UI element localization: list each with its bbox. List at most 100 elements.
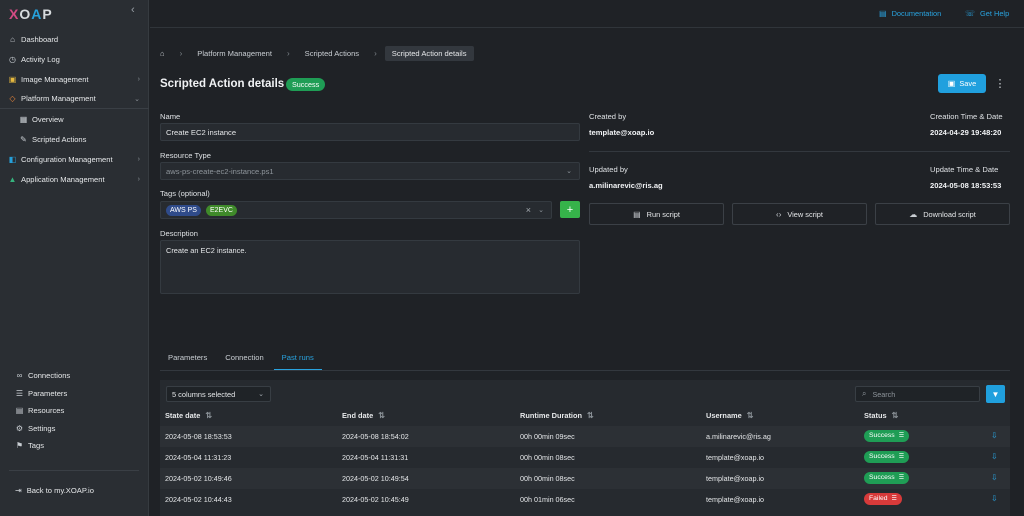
tag-chip[interactable]: E2EVC — [205, 204, 237, 216]
tab-connection[interactable]: Connection — [217, 348, 271, 370]
columns-select[interactable]: 5 columns selected ⌄ — [166, 386, 271, 402]
chevron-down-icon[interactable]: ⌄ — [538, 206, 544, 214]
sidebar-item-parameters[interactable]: ☰ Parameters — [0, 385, 149, 403]
get-help-link[interactable]: ☏ Get Help — [965, 9, 1009, 18]
search-input[interactable]: ⌕ Search — [855, 386, 980, 402]
sidebar-item-activity-log[interactable]: ◷ Activity Log — [0, 49, 149, 69]
sidebar-item-resources[interactable]: ▤ Resources — [0, 402, 149, 420]
breadcrumb-platform-management[interactable]: Platform Management — [190, 46, 279, 61]
sidebar-item-platform-management[interactable]: ◇ Platform Management ⌄ — [0, 89, 149, 109]
chevron-down-icon: ⌄ — [566, 168, 572, 175]
sidebar-item-image-management[interactable]: ▣ Image Management › — [0, 69, 149, 89]
cell-duration: 00h 00min 08sec — [520, 474, 575, 483]
exit-icon: ⇥ — [15, 485, 22, 495]
flag-icon: ☰ — [891, 496, 897, 502]
column-header-end-date[interactable]: End date ⇅ — [342, 411, 385, 420]
name-input[interactable]: Create EC2 instance — [160, 123, 580, 141]
save-icon: ▣ — [947, 79, 956, 88]
download-icon[interactable]: ⇩ — [991, 431, 998, 440]
name-value: Create EC2 instance — [166, 127, 237, 137]
sidebar-item-configuration-management[interactable]: ◧ Configuration Management › — [0, 149, 149, 169]
link-icon: ∞ — [16, 371, 23, 381]
breadcrumb-separator: › — [179, 49, 183, 58]
documentation-link[interactable]: ▤ Documentation — [879, 9, 941, 18]
download-icon[interactable]: ⇩ — [991, 473, 998, 482]
resource-type-select[interactable]: aws-ps-create-ec2-instance.ps1 ⌄ — [160, 162, 580, 180]
save-button[interactable]: ▣ Save — [938, 74, 986, 93]
resource-type-value: aws-ps-create-ec2-instance.ps1 — [166, 166, 274, 176]
collapse-sidebar-icon[interactable]: ‹ — [131, 4, 135, 16]
flag-icon: ☰ — [898, 475, 905, 481]
breadcrumb-separator: › — [374, 49, 377, 58]
column-header-status[interactable]: Status ⇅ — [864, 411, 898, 420]
tab-parameters[interactable]: Parameters — [160, 348, 215, 370]
platform-icon: ◇ — [9, 94, 16, 103]
table-row[interactable]: 2024-05-08 18:53:53 2024-05-08 18:54:02 … — [160, 426, 1010, 447]
cell-start-date: 2024-05-02 10:49:46 — [165, 474, 232, 483]
back-to-xoap-link[interactable]: ⇥ Back to my.XOAP.io — [0, 481, 94, 499]
column-header-label: Status — [864, 411, 887, 420]
sidebar-item-connections[interactable]: ∞ Connections — [0, 367, 149, 385]
tag-chip[interactable]: AWS PS — [166, 204, 201, 216]
cell-duration: 00h 01min 06sec — [520, 495, 575, 504]
breadcrumb-scripted-actions[interactable]: Scripted Actions — [298, 46, 366, 61]
sidebar-item-label: Platform Management — [21, 94, 96, 103]
download-script-button[interactable]: ☁ Download script — [875, 203, 1010, 225]
view-script-button[interactable]: ‹› View script — [732, 203, 867, 225]
gear-icon: ⚙ — [15, 423, 24, 433]
grid-icon: ▦ — [19, 114, 28, 124]
breadcrumb: ⌂ › Platform Management › Scripted Actio… — [160, 45, 482, 62]
sidebar-item-label: Settings — [28, 423, 56, 433]
download-icon[interactable]: ⇩ — [991, 452, 998, 461]
column-header-label: Username — [706, 411, 742, 420]
download-icon[interactable]: ⇩ — [991, 494, 998, 503]
column-header-username[interactable]: Username ⇅ — [706, 411, 753, 420]
xoap-logo[interactable]: XOAP — [9, 6, 53, 22]
document-icon: ▤ — [879, 9, 887, 18]
chevron-down-icon: ⌄ — [258, 391, 264, 398]
breadcrumb-home[interactable]: ⌂ — [160, 46, 172, 61]
chevron-right-icon: › — [137, 75, 140, 83]
sidebar: XOAP ‹ ⌂ Dashboard ◷ Activity Log ▣ Imag… — [0, 0, 149, 516]
status-badge: Success ☰ — [864, 451, 910, 463]
sidebar-item-application-management[interactable]: ▲ Application Management › — [0, 169, 149, 189]
sidebar-item-tags[interactable]: ⚑ Tags — [0, 437, 149, 455]
sidebar-item-label: Image Management — [21, 74, 89, 84]
description-textarea[interactable]: Create an EC2 instance. — [160, 240, 580, 294]
table-row[interactable]: 2024-05-04 11:31:23 2024-05-04 11:31:31 … — [160, 447, 1010, 468]
created-by-label: Created by — [589, 112, 627, 121]
sidebar-item-overview[interactable]: ▦ Overview — [0, 109, 149, 129]
column-header-runtime-duration[interactable]: Runtime Duration ⇅ — [520, 411, 594, 420]
sidebar-item-dashboard[interactable]: ⌂ Dashboard — [0, 29, 149, 49]
description-label: Description — [160, 229, 198, 238]
filter-icon: ▼ — [991, 389, 1000, 399]
sidebar-item-settings[interactable]: ⚙ Settings — [0, 420, 149, 438]
add-tag-button[interactable]: + — [560, 201, 580, 218]
app-icon: ▲ — [8, 174, 17, 184]
resource-type-label: Resource Type — [160, 151, 211, 160]
sidebar-nav: ⌂ Dashboard ◷ Activity Log ▣ Image Manag… — [0, 29, 149, 189]
updated-by-label: Updated by — [589, 165, 628, 174]
filter-button[interactable]: ▼ — [986, 385, 1005, 403]
tabs-divider — [160, 370, 1010, 371]
run-script-button[interactable]: ▤ Run script — [589, 203, 724, 225]
chevron-right-icon: › — [137, 175, 140, 183]
sort-icon: ⇅ — [891, 411, 899, 420]
script-icon: ▤ — [633, 209, 641, 219]
table-row[interactable]: 2024-05-02 10:44:43 2024-05-02 10:45:49 … — [160, 489, 1010, 510]
clear-tags-icon[interactable]: × — [526, 205, 531, 215]
chevron-down-icon: ⌄ — [134, 95, 140, 103]
sidebar-item-label: Parameters — [28, 388, 68, 398]
pencil-icon: ✎ — [20, 134, 27, 144]
column-header-start-date[interactable]: State date ⇅ — [165, 411, 212, 420]
cell-start-date: 2024-05-02 10:44:43 — [165, 495, 232, 504]
tab-past-runs[interactable]: Past runs — [273, 348, 322, 370]
creation-date-value: 2024-04-29 19:48:20 — [930, 128, 1002, 137]
sort-icon: ⇅ — [587, 411, 594, 420]
more-options-icon[interactable]: ⋮ — [992, 74, 1008, 93]
table-row[interactable]: 2024-05-02 10:49:46 2024-05-02 10:49:54 … — [160, 468, 1010, 489]
tags-select[interactable]: AWS PS E2EVC × ⌄ — [160, 201, 552, 219]
sidebar-item-scripted-actions[interactable]: ✎ Scripted Actions — [0, 129, 149, 149]
parameters-icon: ☰ — [15, 388, 24, 398]
flag-icon: ☰ — [898, 454, 905, 460]
